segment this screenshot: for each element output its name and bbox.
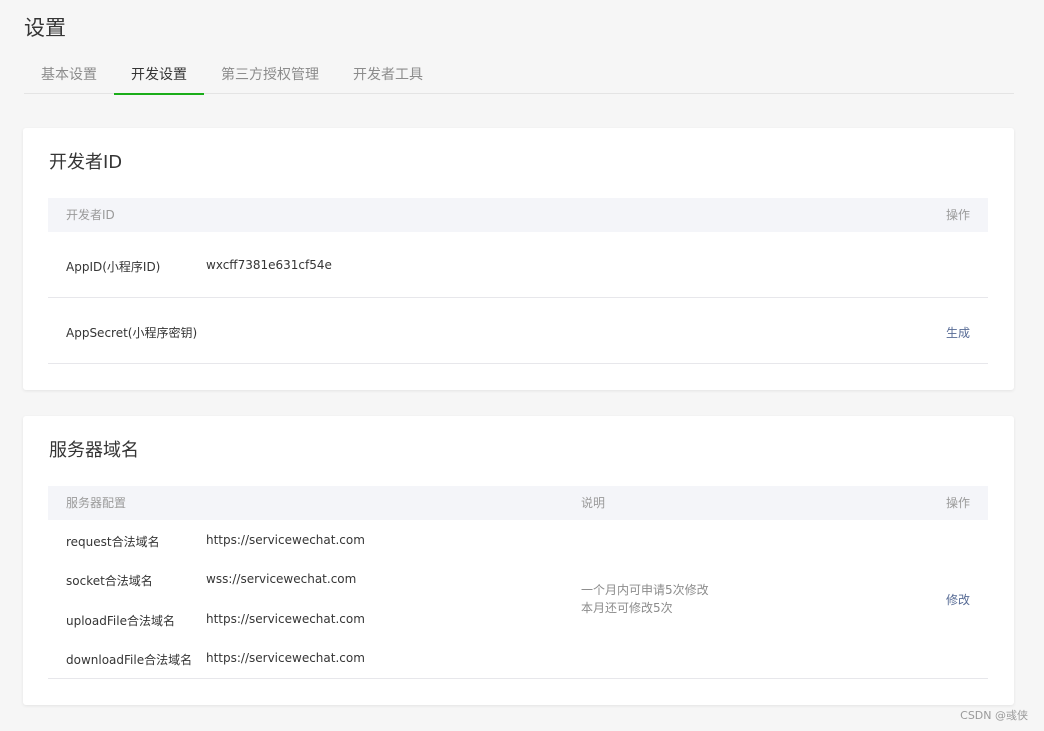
appid-label: AppID(小程序ID) — [66, 260, 161, 274]
uploadfile-domain-label: uploadFile合法域名 — [66, 614, 175, 628]
watermark: CSDN @彧侠 — [960, 709, 1028, 722]
downloadfile-domain-value: https://servicewechat.com — [206, 651, 365, 665]
tab-third-party-auth[interactable]: 第三方授权管理 — [204, 58, 336, 94]
server-domain-title: 服务器域名 — [49, 440, 139, 461]
tab-dev-settings[interactable]: 开发设置 — [114, 58, 204, 95]
socket-domain-value: wss://servicewechat.com — [206, 572, 357, 586]
request-domain-label: request合法域名 — [66, 535, 160, 549]
header-action: 操作 — [945, 208, 970, 222]
appsecret-label: AppSecret(小程序密钥) — [66, 326, 198, 340]
modify-domain-link[interactable]: 修改 — [946, 591, 970, 608]
table-row-appid: AppID(小程序ID) wxcff7381e631cf54e — [48, 232, 988, 298]
header-server-config: 服务器配置 — [66, 496, 127, 510]
developer-id-card: 开发者ID 开发者ID 操作 AppID(小程序ID) wxcff7381e63… — [23, 128, 1014, 390]
generate-secret-link[interactable]: 生成 — [946, 324, 970, 341]
uploadfile-domain-value: https://servicewechat.com — [206, 612, 365, 626]
tab-basic-settings[interactable]: 基本设置 — [24, 58, 114, 94]
header-action: 操作 — [945, 496, 970, 510]
server-domain-card: 服务器域名 服务器配置 说明 操作 request合法域名 https://se… — [23, 416, 1014, 705]
modify-note-1: 一个月内可申请5次修改 — [581, 583, 709, 597]
downloadfile-domain-label: downloadFile合法域名 — [66, 653, 193, 667]
request-domain-value: https://servicewechat.com — [206, 533, 365, 547]
tab-dev-tools[interactable]: 开发者工具 — [336, 58, 440, 94]
header-description: 说明 — [581, 496, 606, 510]
tab-bar: 基本设置 开发设置 第三方授权管理 开发者工具 — [24, 58, 1014, 95]
developer-id-title: 开发者ID — [49, 152, 123, 173]
table-row-appsecret: AppSecret(小程序密钥) 生成 — [48, 298, 988, 364]
modify-note-2: 本月还可修改5次 — [581, 601, 673, 615]
page-title: 设置 — [24, 16, 66, 40]
developer-id-table-header: 开发者ID 操作 — [48, 198, 988, 232]
server-domain-table-header: 服务器配置 说明 操作 — [48, 486, 988, 520]
header-developer-id: 开发者ID — [66, 208, 115, 222]
appid-value: wxcff7381e631cf54e — [206, 258, 332, 272]
table-row-domains: request合法域名 https://servicewechat.com so… — [48, 520, 988, 679]
socket-domain-label: socket合法域名 — [66, 574, 153, 588]
